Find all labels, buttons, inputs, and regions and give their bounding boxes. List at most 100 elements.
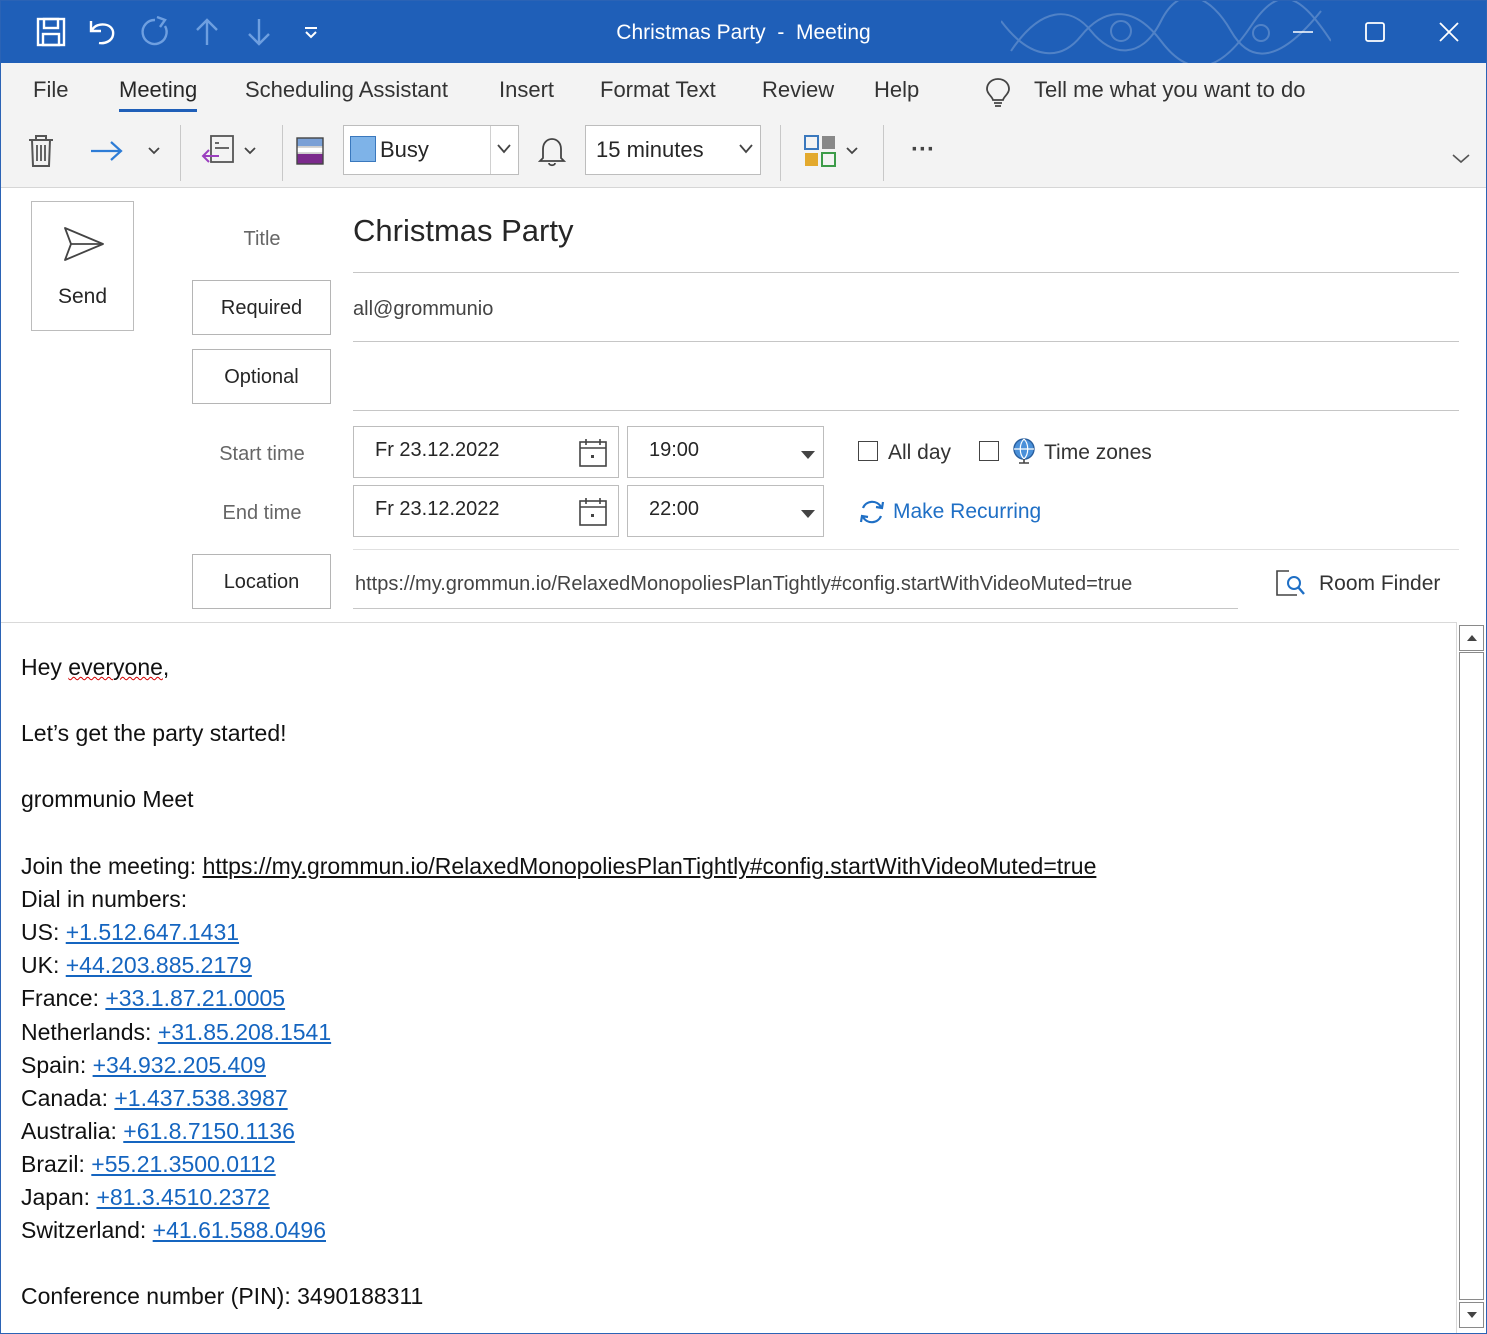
dial-heading: Dial in numbers: [21, 886, 188, 912]
globe-icon [1011, 437, 1037, 472]
chevron-down-icon[interactable] [496, 142, 512, 160]
tab-insert[interactable]: Insert [499, 77, 554, 103]
dial-row: Canada: +1.437.538.3987 [21, 1085, 288, 1111]
phone-link[interactable]: +41.61.588.0496 [153, 1217, 326, 1243]
calendar-icon[interactable] [578, 497, 608, 532]
room-finder-button[interactable]: Room Finder [1275, 567, 1445, 601]
tab-help[interactable]: Help [874, 77, 919, 103]
maximize-icon[interactable] [1339, 1, 1411, 63]
dial-row: Netherlands: +31.85.208.1541 [21, 1019, 332, 1045]
start-time-label: Start time [219, 443, 305, 465]
make-recurring-label: Make Recurring [893, 500, 1042, 523]
send-icon [63, 226, 105, 267]
required-input[interactable]: all@grommunio [353, 298, 493, 321]
phone-link[interactable]: +81.3.4510.2372 [96, 1184, 269, 1210]
end-date-value: Fr 23.12.2022 [375, 498, 500, 520]
delete-icon[interactable] [21, 129, 61, 173]
dial-row: Switzerland: +41.61.588.0496 [21, 1217, 326, 1243]
tab-scheduling-assistant[interactable]: Scheduling Assistant [245, 77, 448, 103]
location-input[interactable]: https://my.grommun.io/RelaxedMonopoliesP… [355, 573, 1132, 596]
dial-row: Spain: +34.932.205.409 [21, 1052, 266, 1078]
categorize-icon[interactable] [799, 131, 841, 171]
start-time-value: 19:00 [649, 439, 700, 461]
phone-link[interactable]: +34.932.205.409 [93, 1052, 266, 1078]
time-zones-label: Time zones [1044, 441, 1152, 464]
chevron-down-icon[interactable] [143, 139, 165, 163]
scroll-track[interactable] [1459, 652, 1484, 1300]
title-underline [353, 272, 1459, 273]
body-line: grommunio Meet [21, 786, 194, 812]
dial-row: Brazil: +55.21.3500.0112 [21, 1151, 276, 1177]
join-link[interactable]: https://my.grommun.io/RelaxedMonopoliesP… [203, 853, 1097, 879]
ribbon-toolbar: Busy 15 minutes ··· [1, 119, 1486, 188]
more-options-icon[interactable]: ··· [901, 133, 945, 167]
tab-meeting[interactable]: Meeting [119, 77, 198, 112]
end-date-field[interactable]: Fr 23.12.2022 [353, 485, 619, 537]
phone-link[interactable]: +31.85.208.1541 [158, 1019, 331, 1045]
room-finder-icon [1275, 567, 1307, 604]
tab-format-text[interactable]: Format Text [600, 77, 716, 103]
tab-file[interactable]: File [33, 77, 68, 103]
send-button[interactable]: Send [31, 201, 134, 331]
required-button[interactable]: Required [192, 280, 331, 335]
room-finder-label: Room Finder [1319, 572, 1441, 595]
end-time-label: End time [222, 502, 302, 524]
meeting-window: Christmas Party - Meeting File Meeting S… [0, 0, 1487, 1334]
vertical-scrollbar[interactable] [1456, 622, 1486, 1333]
pin-line: Conference number (PIN): 3490188311 [21, 1283, 424, 1309]
start-time-field[interactable]: 19:00 [627, 426, 824, 478]
scroll-down-icon[interactable] [1459, 1302, 1484, 1328]
chevron-down-icon[interactable] [800, 506, 816, 524]
busy-swatch [350, 136, 376, 162]
time-zones-checkbox[interactable] [979, 441, 999, 461]
title-bar: Christmas Party - Meeting [1, 1, 1486, 63]
toolbar-divider [780, 125, 781, 181]
dial-row: Australia: +61.8.7150.1136 [21, 1118, 295, 1144]
scroll-up-icon[interactable] [1459, 625, 1484, 651]
phone-link[interactable]: +44.203.885.2179 [66, 952, 252, 978]
start-date-field[interactable]: Fr 23.12.2022 [353, 426, 619, 478]
title-label: Title [243, 228, 281, 250]
all-day-label: All day [888, 441, 952, 464]
tell-me-search[interactable]: Tell me what you want to do [1034, 77, 1305, 103]
optional-button[interactable]: Optional [192, 349, 331, 404]
toolbar-divider [282, 125, 283, 181]
lightbulb-icon [985, 77, 1011, 112]
forward-arrow-icon[interactable] [85, 131, 129, 171]
dial-row: UK: +44.203.885.2179 [21, 952, 252, 978]
join-line: Join the meeting: https://my.grommun.io/… [21, 853, 1097, 879]
message-body[interactable]: Hey everyone, Let’s get the party starte… [1, 622, 1456, 1333]
location-button[interactable]: Location [192, 554, 331, 609]
dial-row: Japan: +81.3.4510.2372 [21, 1184, 270, 1210]
location-underline [353, 608, 1238, 609]
phone-link[interactable]: +33.1.87.21.0005 [105, 985, 285, 1011]
calendar-icon[interactable] [578, 438, 608, 473]
end-time-field[interactable]: 22:00 [627, 485, 824, 537]
body-greeting: Hey everyone, [21, 654, 170, 680]
title-input[interactable]: Christmas Party [353, 213, 573, 249]
reminder-select[interactable]: 15 minutes [585, 125, 761, 175]
reminder-value: 15 minutes [596, 137, 704, 162]
phone-link[interactable]: +61.8.7150.1136 [123, 1118, 295, 1144]
combo-divider [490, 126, 491, 174]
phone-link[interactable]: +55.21.3500.0112 [91, 1151, 275, 1177]
show-as-select[interactable]: Busy [343, 125, 519, 175]
recurrence-icon [858, 498, 886, 531]
minimize-icon[interactable] [1267, 1, 1339, 63]
chevron-down-icon[interactable] [738, 142, 754, 160]
close-icon[interactable] [1413, 1, 1485, 63]
window-title: Christmas Party - Meeting [616, 21, 871, 44]
end-time-value: 22:00 [649, 498, 700, 520]
show-as-value: Busy [380, 137, 429, 162]
phone-link[interactable]: +1.512.647.1431 [66, 919, 239, 945]
all-day-checkbox[interactable] [858, 441, 878, 461]
required-underline [353, 341, 1459, 342]
tab-review[interactable]: Review [762, 77, 834, 103]
phone-link[interactable]: +1.437.538.3987 [114, 1085, 287, 1111]
chevron-down-icon[interactable] [841, 139, 863, 163]
optional-underline [353, 410, 1459, 411]
response-options-icon[interactable] [197, 129, 239, 173]
chevron-down-icon[interactable] [800, 447, 816, 465]
collapse-ribbon-icon[interactable] [1447, 147, 1475, 171]
chevron-down-icon[interactable] [239, 139, 261, 163]
